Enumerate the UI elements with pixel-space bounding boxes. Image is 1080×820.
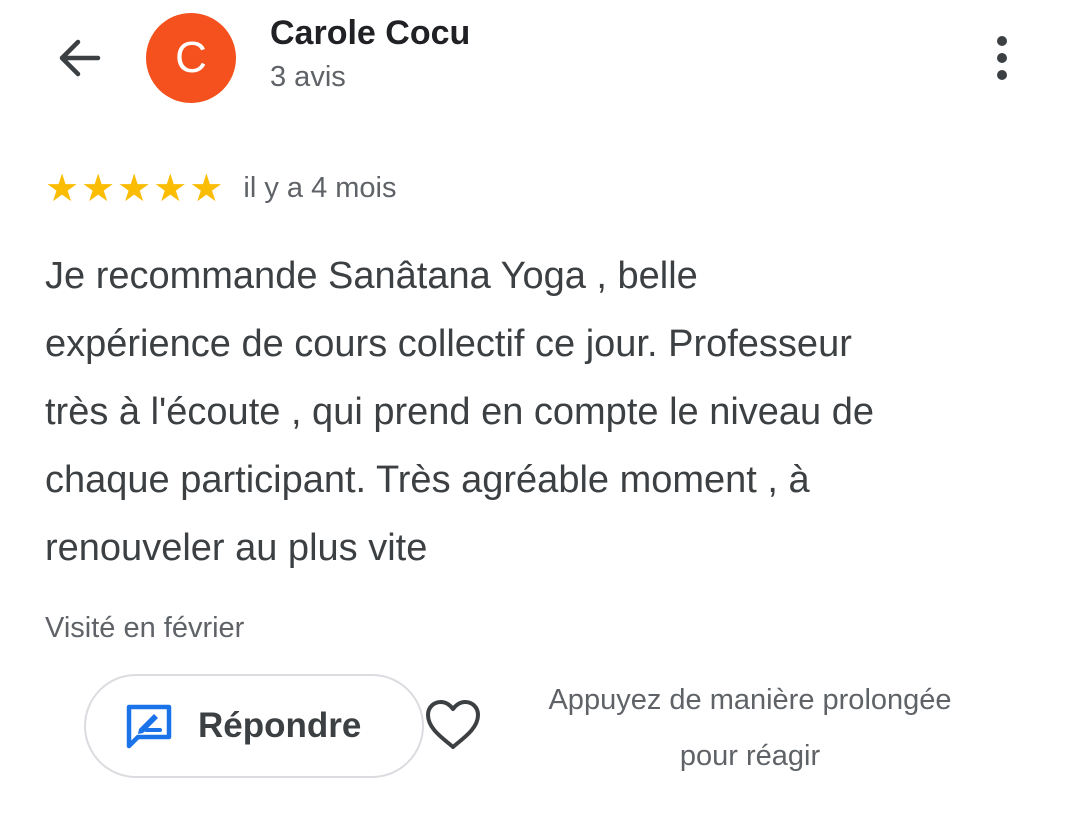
back-button[interactable] — [50, 32, 106, 88]
avatar-letter: C — [175, 33, 207, 82]
author-review-count: 3 avis — [270, 61, 346, 93]
star-icon: ★ — [153, 166, 188, 210]
arrow-left-icon — [54, 34, 102, 87]
reply-button[interactable]: Répondre — [84, 674, 424, 778]
reply-button-label: Répondre — [198, 706, 362, 745]
star-icon: ★ — [189, 166, 224, 210]
visit-info: Visité en février — [45, 612, 245, 644]
star-icon: ★ — [117, 166, 152, 210]
star-icon: ★ — [45, 166, 80, 210]
avatar[interactable]: C — [146, 13, 236, 103]
review-date: il y a 4 mois — [243, 171, 397, 204]
star-icon: ★ — [81, 166, 116, 210]
more-options-button[interactable] — [978, 30, 1026, 86]
react-hint: Appuyez de manière prolongée pour réagir — [548, 684, 952, 772]
author-name[interactable]: Carole Cocu — [270, 14, 470, 53]
reply-comment-icon — [124, 701, 174, 751]
more-vert-icon — [997, 36, 1007, 46]
rating-row: ★ ★ ★ ★ ★ il y a 4 mois — [45, 166, 397, 210]
like-button[interactable] — [422, 698, 484, 756]
heart-outline-icon — [424, 699, 482, 756]
review-text: Je recommande Sanâtana Yoga , belle expé… — [45, 255, 875, 569]
star-rating: ★ ★ ★ ★ ★ — [45, 169, 223, 207]
